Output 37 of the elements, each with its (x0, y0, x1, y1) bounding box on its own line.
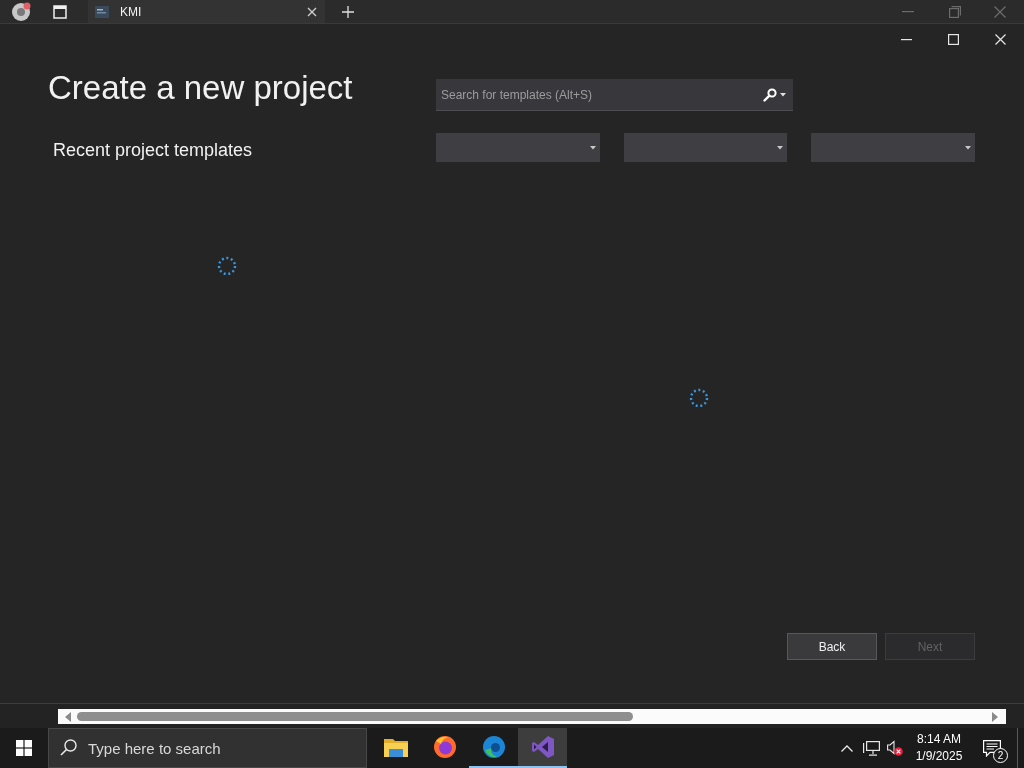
network-monitor-icon[interactable] (862, 740, 880, 756)
new-tab-plus-icon[interactable] (342, 5, 354, 18)
taskbar-search-field[interactable]: Type here to search (48, 728, 367, 768)
swirl-icon (481, 735, 506, 759)
search-icon[interactable] (763, 88, 777, 102)
caret-icon (777, 145, 784, 150)
restore-icon[interactable] (949, 5, 961, 18)
maximize-icon[interactable] (948, 34, 959, 45)
caret-icon (965, 145, 971, 150)
scroll-left-arrow-icon[interactable] (65, 711, 71, 722)
window-frame-icon[interactable] (53, 4, 67, 19)
caret-icon[interactable] (780, 93, 786, 97)
horizontal-scrollbar[interactable] (58, 709, 1006, 724)
section-heading: Recent project templates (53, 139, 253, 162)
scroll-right-arrow-icon[interactable] (992, 711, 998, 722)
profile-avatar-icon[interactable] (11, 1, 31, 22)
caret-icon (589, 145, 596, 150)
clock-time[interactable]: 8:14 AM (917, 731, 961, 748)
speaker-muted-icon[interactable] (887, 740, 903, 756)
minimize-icon[interactable] (901, 38, 912, 41)
back-button[interactable]: Back (787, 633, 877, 660)
search-field[interactable]: Search for templates (Alt+S) (436, 79, 793, 111)
folder-icon (383, 737, 408, 757)
browser-tab[interactable]: KMI (88, 0, 325, 23)
taskbar-app-button[interactable] (518, 728, 567, 768)
chevron-up-icon[interactable] (841, 744, 853, 752)
clock-date[interactable]: 1/9/2025 (915, 748, 963, 765)
search-icon (60, 739, 77, 756)
start-menu-icon[interactable] (16, 740, 32, 756)
scrollbar-thumb[interactable] (77, 712, 633, 721)
ribbon-loop-icon (530, 735, 555, 759)
page-icon (95, 5, 109, 18)
flame-globe-icon (432, 735, 457, 759)
close-tab-icon[interactable] (307, 6, 317, 17)
notification-bubble-icon[interactable] (983, 739, 1001, 757)
dialog-title: Create a new project (48, 68, 353, 108)
notification-count: 2 (993, 748, 1008, 763)
